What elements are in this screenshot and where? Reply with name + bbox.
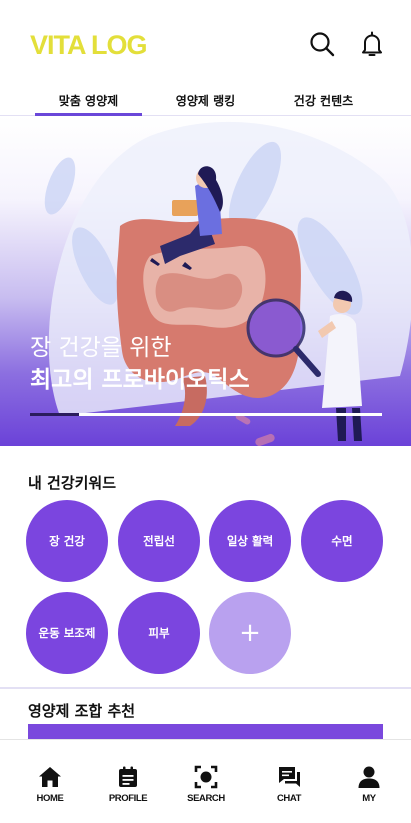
carousel-progress: [30, 413, 382, 416]
chat-icon: [279, 767, 300, 787]
add-keyword-button[interactable]: +: [209, 592, 291, 674]
home-icon: [39, 767, 61, 787]
search-icon[interactable]: [308, 30, 336, 58]
user-icon: [358, 766, 380, 788]
nav-profile[interactable]: PROFILE: [93, 764, 163, 804]
keyword-chip[interactable]: 수면: [301, 500, 383, 582]
keyword-chip[interactable]: 일상 활력: [209, 500, 291, 582]
gut-health-illustration: [44, 121, 411, 446]
bell-icon[interactable]: [358, 30, 386, 58]
app-header: VITA LOG: [0, 0, 411, 90]
nav-my-label: MY: [362, 793, 376, 804]
hero-title-line1: 장 건강을 위한: [30, 335, 172, 361]
nav-home[interactable]: HOME: [15, 764, 85, 804]
profile-icon: [119, 766, 137, 787]
nav-chat-label: CHAT: [276, 793, 302, 804]
tab-custom-supplements[interactable]: 맞춤 영양제: [35, 92, 142, 116]
nav-chat[interactable]: CHAT: [254, 764, 324, 804]
nav-home-label: HOME: [36, 793, 64, 804]
hero-title-line2: 최고의 프로바이오틱스: [30, 367, 250, 393]
bottom-navigation: HOME PROFILE SEARCH CHAT MY: [0, 739, 411, 823]
nav-search-label: SEARCH: [187, 793, 225, 804]
hero-banner[interactable]: 장 건강을 위한 최고의 프로바이오틱스: [0, 116, 411, 446]
category-tabs: 맞춤 영양제 영양제 랭킹 건강 컨텐츠: [0, 88, 411, 116]
scan-icon: [194, 765, 218, 789]
tab-supplement-ranking[interactable]: 영양제 랭킹: [152, 92, 259, 116]
section-divider: [0, 687, 411, 689]
keyword-chip[interactable]: 운동 보조제: [26, 592, 108, 674]
nav-my[interactable]: MY: [334, 764, 404, 804]
app-logo[interactable]: VITA LOG: [30, 30, 147, 61]
keyword-chip[interactable]: 피부: [118, 592, 200, 674]
nav-search[interactable]: SEARCH: [171, 764, 241, 804]
combo-title: 영양제 조합 추천: [28, 702, 136, 720]
keywords-title: 내 건강키워드: [28, 474, 117, 492]
carousel-progress-fill: [30, 413, 80, 416]
keyword-chip[interactable]: 장 건강: [26, 500, 108, 582]
keyword-chip[interactable]: 전립선: [118, 500, 200, 582]
nav-profile-label: PROFILE: [108, 793, 148, 804]
tab-health-content[interactable]: 건강 컨텐츠: [270, 92, 377, 116]
